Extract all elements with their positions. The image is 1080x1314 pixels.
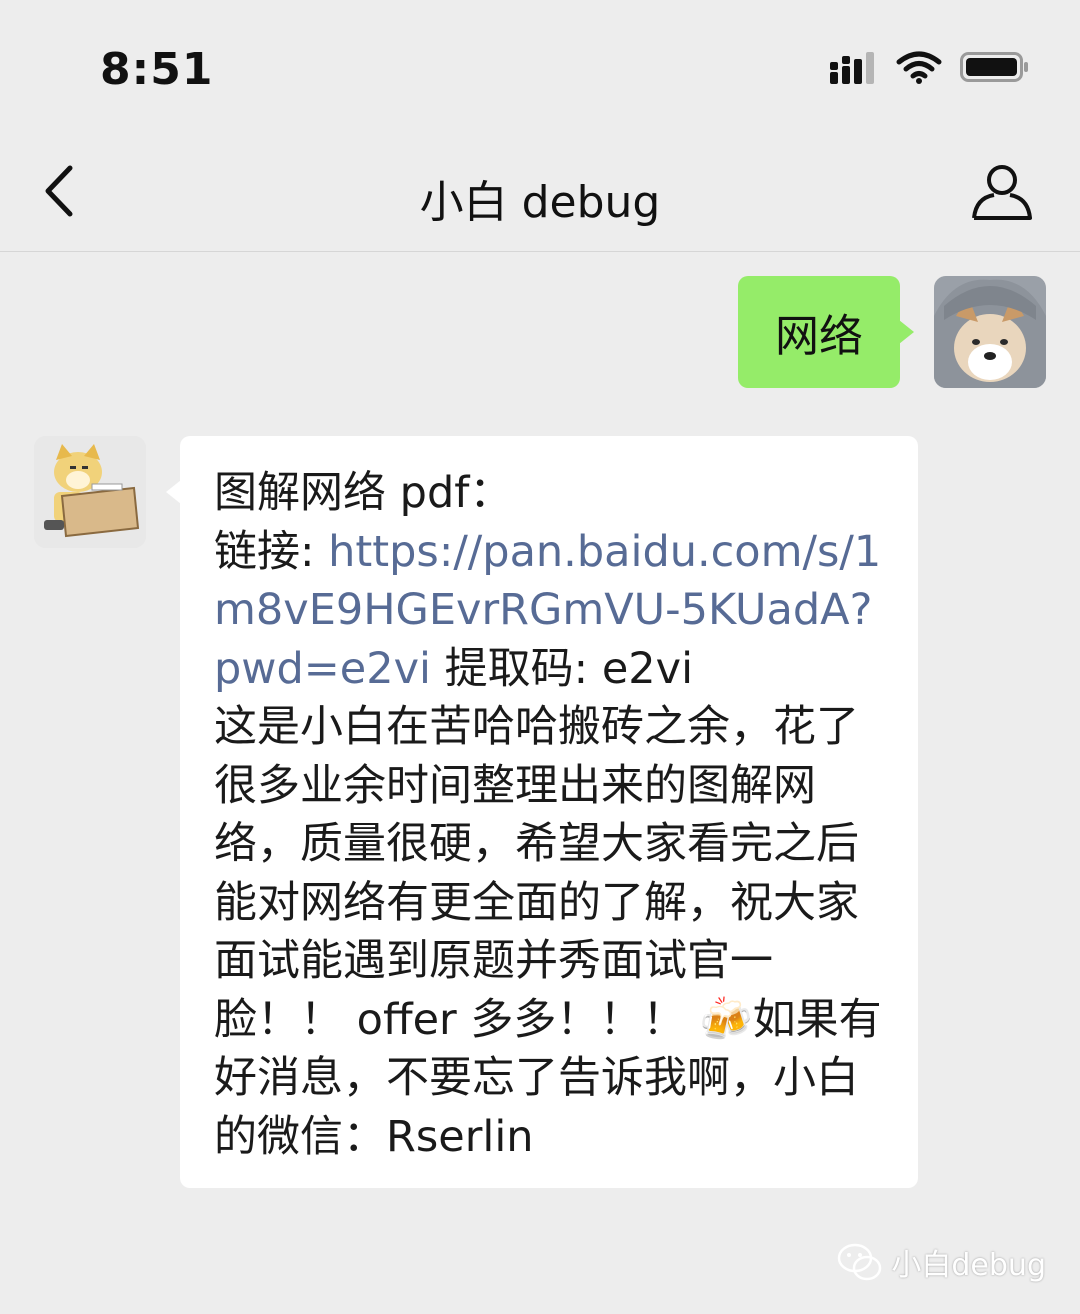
link-label: 链接: — [214, 526, 329, 577]
status-icons — [830, 50, 1030, 84]
extraction-code: 提取码: e2vi — [431, 643, 694, 694]
message-body: 这是小白在苦哈哈搬砖之余，花了很多业余时间整理出来的图解网络，质量很硬，希望大家… — [214, 702, 882, 1162]
chat-header: 小白 debug — [0, 130, 1080, 252]
dog-hoodie-avatar-icon — [934, 276, 1046, 388]
status-bar: 8:51 — [0, 0, 1080, 130]
wechat-logo-icon — [838, 1243, 882, 1281]
person-icon — [972, 165, 1032, 220]
watermark: 小白debug — [837, 1240, 1046, 1284]
sent-message-bubble[interactable]: 网络 — [738, 276, 914, 388]
contact-avatar[interactable] — [34, 436, 146, 548]
my-avatar[interactable] — [934, 276, 1046, 388]
wifi-icon — [896, 51, 942, 84]
sent-message-text: 网络 — [775, 311, 863, 362]
message-heading: 图解网络 pdf： — [214, 468, 513, 518]
cellular-signal-icon — [830, 52, 874, 84]
status-time: 8:51 — [100, 44, 214, 95]
chat-title: 小白 debug — [419, 177, 661, 228]
received-message-bubble[interactable]: 图解网络 pdf： 链接: https://pan.baidu.com/s/1m… — [166, 436, 918, 1188]
battery-icon — [960, 52, 1028, 82]
chat-info-button[interactable] — [970, 160, 1034, 224]
shiba-desk-avatar-icon — [34, 436, 146, 548]
watermark-text: 小白debug — [891, 1248, 1046, 1283]
